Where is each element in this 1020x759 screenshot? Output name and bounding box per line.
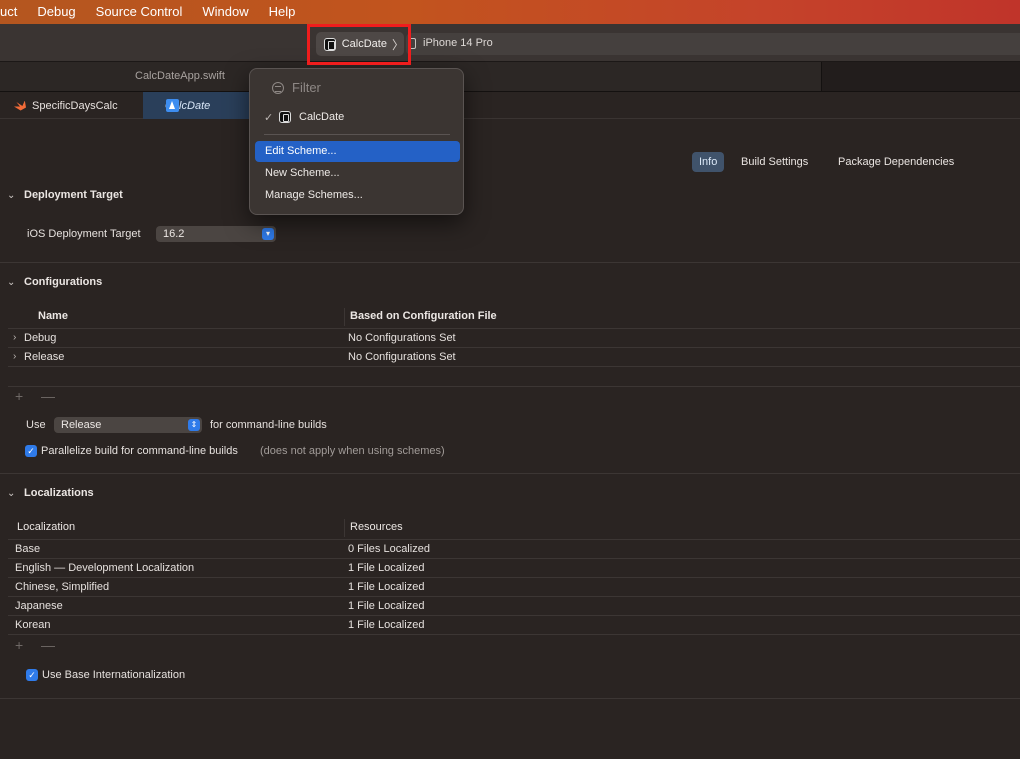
parallelize-label: Parallelize build for command-line build… [41,445,238,457]
device-label: iPhone 14 Pro [423,37,493,49]
chevron-down-icon: ⌄ [7,189,16,201]
parallelize-note: (does not apply when using schemes) [260,445,445,457]
run-destination-button[interactable]: iPhone 14 Pro [409,37,493,49]
table-row[interactable]: Chinese, Simplified 1 File Localized [8,578,1020,597]
toolbar: CalcDate 〉 iPhone 14 Pro [0,24,1020,62]
current-scheme-label: CalcDate [299,111,345,123]
menu-bar: uct Debug Source Control Window Help [0,0,1020,24]
config-name: Release [24,351,65,363]
localization-resources: 0 Files Localized [348,543,430,555]
app-target-icon [166,99,179,112]
editor-section-tabs: Info Build Settings Package Dependencies [0,150,1020,172]
config-based: No Configurations Set [348,332,456,344]
table-row[interactable]: › Release No Configurations Set [8,348,1020,367]
menu-separator [264,134,450,135]
use-base-internationalization-label: Use Base Internationalization [42,669,186,681]
menu-debug[interactable]: Debug [27,0,85,24]
jump-bar-item-target[interactable]: CalcDate [143,92,250,119]
scheme-menu: Filter ✓ CalcDate Edit Scheme... New Sch… [249,68,464,215]
section-title: Configurations [24,276,103,288]
activity-area [406,33,1020,55]
menu-source-control[interactable]: Source Control [86,0,193,24]
menu-item-manage-schemes[interactable]: Manage Schemes... [255,185,460,206]
chevron-down-icon: ⌄ [7,276,16,288]
scheme-menu-item-calcdate[interactable]: ✓ CalcDate [264,109,344,125]
table-row[interactable]: Japanese 1 File Localized [8,597,1020,616]
file-tab-bar: CalcDateApp.swift [0,62,1020,92]
column-header-based-on[interactable]: Based on Configuration File [350,310,497,322]
jump-bar: SpecificDaysCalc CalcDate [0,92,1020,119]
config-name: Debug [24,332,57,344]
ios-deployment-popup[interactable]: 16.2 ▾ [156,226,276,242]
add-config-button[interactable]: + [15,388,23,404]
localization-name: Chinese, Simplified [15,581,110,593]
localization-resources: 1 File Localized [348,581,425,593]
ios-deployment-label: iOS Deployment Target [27,228,141,240]
filter-placeholder: Filter [292,80,321,95]
chevron-down-icon: ▾ [262,228,274,240]
localization-resources: 1 File Localized [348,562,425,574]
table-row[interactable]: › Debug No Configurations Set [8,329,1020,348]
chevron-down-icon: ⌄ [7,487,16,499]
ios-deployment-value: 16.2 [163,228,185,240]
tab-label: CalcDateApp.swift [135,70,225,82]
divider [0,262,1020,263]
add-localization-button[interactable]: + [15,637,23,653]
use-label: Use [26,419,46,431]
column-header-name[interactable]: Name [38,310,68,322]
localization-resources: 1 File Localized [348,600,425,612]
config-based: No Configurations Set [348,351,456,363]
command-line-config-value: Release [61,419,102,431]
chevron-right-icon[interactable]: › [13,351,16,362]
chevron-updown-icon: ⇕ [188,419,200,431]
menu-product[interactable]: uct [0,0,27,24]
filter-icon [272,81,284,94]
localization-name: Base [15,543,41,555]
menu-help[interactable]: Help [259,0,306,24]
menu-item-edit-scheme[interactable]: Edit Scheme... [255,141,460,162]
tab-package-dependencies[interactable]: Package Dependencies [838,152,954,172]
section-title: Localizations [24,487,94,499]
parallelize-checkbox[interactable]: ✓ [25,445,37,457]
divider [8,386,1020,387]
column-divider [344,519,345,537]
scheme-filter-field[interactable]: Filter [272,80,321,95]
use-suffix-label: for command-line builds [210,419,327,431]
tab-build-settings[interactable]: Build Settings [741,152,808,172]
menu-window[interactable]: Window [192,0,258,24]
section-header-localizations[interactable]: ⌄ Localizations [0,483,94,503]
remove-localization-button[interactable]: — [41,637,55,653]
localization-resources: 1 File Localized [348,619,425,631]
table-row[interactable]: English — Development Localization 1 Fil… [8,559,1020,578]
annotation-highlight-box [307,24,411,65]
chevron-right-icon[interactable]: › [13,332,16,343]
section-title: Deployment Target [24,189,123,201]
column-divider [344,308,345,326]
table-row[interactable]: Korean 1 File Localized [8,616,1020,635]
use-base-internationalization-checkbox[interactable]: ✓ [26,669,38,681]
divider [0,698,1020,699]
localization-name: Korean [15,619,51,631]
command-line-config-popup[interactable]: Release ⇕ [54,417,202,433]
app-scheme-icon [279,111,291,123]
menu-item-new-scheme[interactable]: New Scheme... [255,163,460,184]
checkmark-icon: ✓ [264,111,274,124]
jump-bar-label: SpecificDaysCalc [32,99,118,112]
column-header-localization[interactable]: Localization [17,521,75,533]
section-header-configurations[interactable]: ⌄ Configurations [0,272,102,292]
jump-bar-item-project[interactable]: SpecificDaysCalc [14,92,118,119]
section-header-deployment[interactable]: ⌄ Deployment Target [0,185,123,205]
localization-name: English — Development Localization [15,562,195,574]
swift-icon [14,100,26,111]
column-header-resources[interactable]: Resources [350,521,403,533]
table-row[interactable]: Base 0 Files Localized [8,540,1020,559]
remove-config-button[interactable]: — [41,388,55,404]
divider [0,473,1020,474]
tab-info[interactable]: Info [692,152,725,172]
localization-name: Japanese [15,600,63,612]
